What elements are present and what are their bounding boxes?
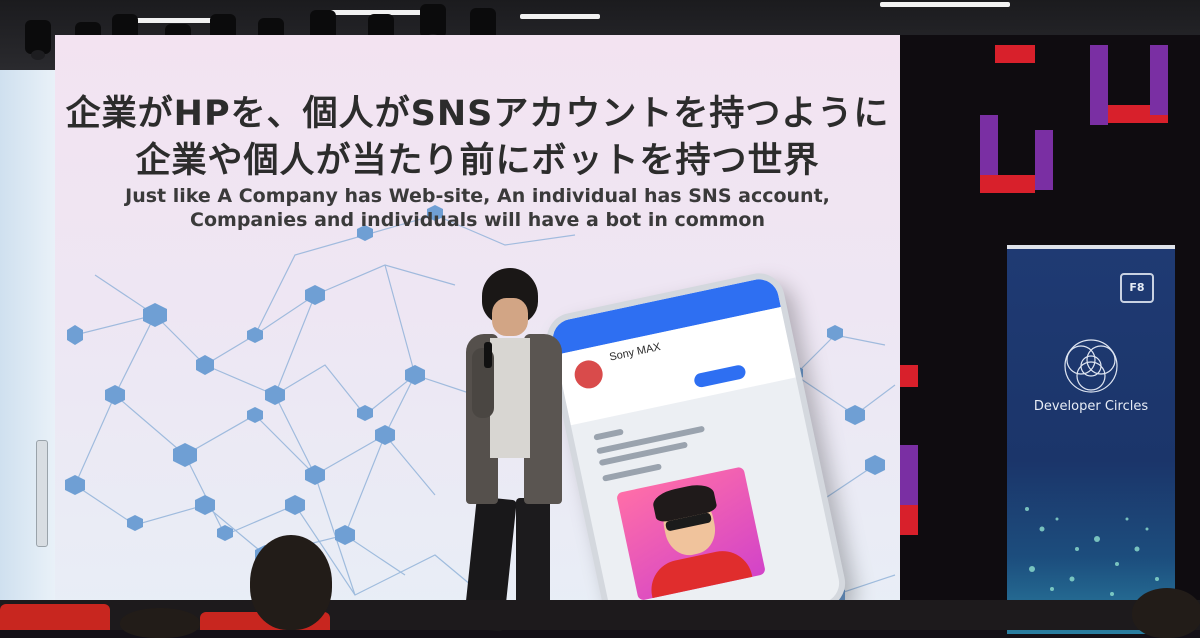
developer-circles-logo-icon bbox=[1064, 339, 1118, 393]
developer-circles-label: Developer Circles bbox=[1033, 399, 1149, 414]
wall-light-block bbox=[900, 505, 918, 535]
left-wall bbox=[0, 70, 55, 630]
slide-subtitle-line-1: Just like A Company has Web-site, An ind… bbox=[125, 185, 830, 207]
ceiling-light-tube bbox=[520, 14, 600, 19]
wall-light-block bbox=[900, 445, 918, 505]
audience-member-head bbox=[120, 608, 200, 638]
wall-light-block bbox=[1090, 45, 1108, 125]
audience-member-head bbox=[250, 535, 332, 630]
audience-seat bbox=[0, 604, 110, 630]
chat-text-line bbox=[593, 428, 624, 441]
developer-circles-banner: F8 Developer Circles bbox=[1007, 245, 1175, 634]
ceiling-light-tube bbox=[880, 2, 1010, 7]
presenter bbox=[440, 268, 580, 632]
wall-light-block bbox=[980, 115, 998, 175]
ceiling-light-tube bbox=[130, 18, 220, 23]
microphone-icon bbox=[484, 342, 492, 368]
slide-title-line-1: 企業がHPを、個人がSNSアカウントを持つように bbox=[65, 94, 890, 134]
door-handle bbox=[36, 440, 48, 547]
slide-subtitle-line-2: Companies and individuals will have a bo… bbox=[190, 209, 765, 231]
character-illustration bbox=[615, 466, 767, 601]
wall-light-block bbox=[1150, 45, 1168, 115]
f8-badge: F8 bbox=[1120, 273, 1154, 303]
slide-title-line-2: 企業や個人が当たり前にボットを持つ世界 bbox=[135, 141, 820, 181]
stage-spotlight bbox=[25, 20, 51, 60]
audience-member-head bbox=[1132, 588, 1200, 638]
wall-light-block bbox=[900, 365, 918, 387]
wall-light-block bbox=[995, 45, 1035, 63]
chat-text-line bbox=[602, 463, 662, 482]
illustration-jacket bbox=[645, 545, 754, 601]
wall-light-block bbox=[1035, 130, 1053, 190]
presenter-face bbox=[492, 298, 528, 336]
presenter-shirt bbox=[490, 338, 530, 458]
wall-light-block bbox=[980, 175, 1035, 193]
stage-spotlight bbox=[420, 4, 446, 44]
